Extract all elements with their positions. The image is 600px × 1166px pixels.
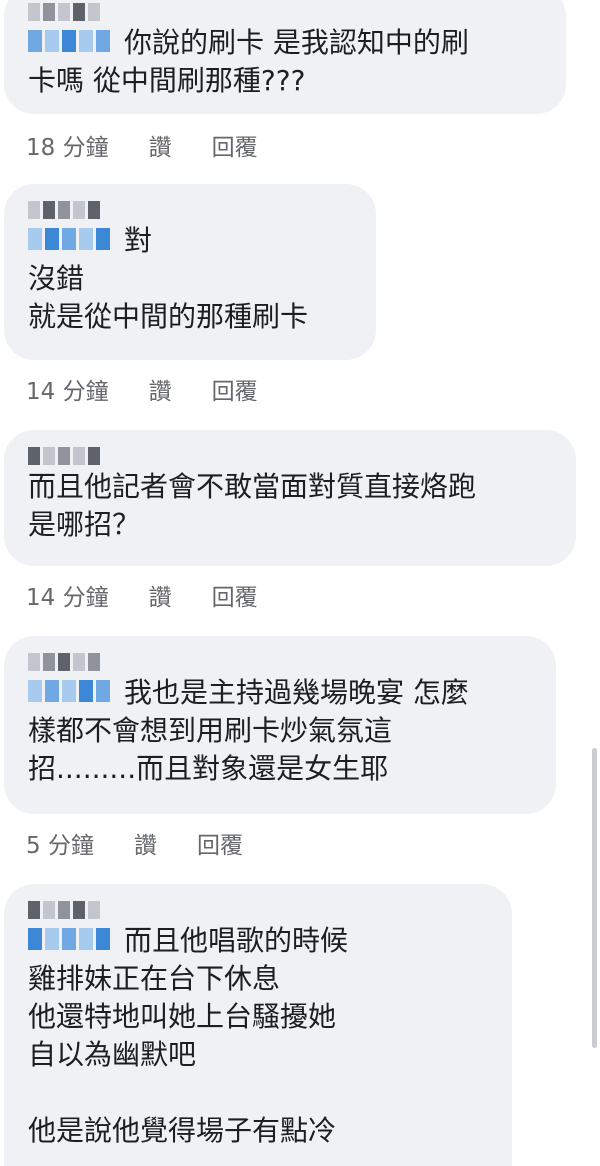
comment-text-line: 你說的刷卡 是我認知中的刷	[28, 24, 544, 62]
comment-text-line: 招.........而且對象還是女生耶	[28, 752, 389, 785]
reply-button[interactable]: 回覆	[197, 826, 243, 860]
commenter-name-redacted[interactable]	[28, 898, 490, 922]
comment-actions: 18 分鐘 讚 回覆	[26, 128, 258, 162]
comment-timestamp: 18 分鐘	[26, 135, 109, 161]
comment-actions: 5 分鐘 讚 回覆	[26, 826, 243, 860]
comment-bubble: 對 沒錯 就是從中間的那種刷卡	[4, 184, 376, 360]
comment-text-line: ​	[28, 1074, 490, 1112]
commenter-name-redacted[interactable]	[28, 444, 554, 468]
comment-text-line: 他還特地叫她上台騷擾她	[28, 1000, 337, 1033]
commenter-name-redacted[interactable]	[28, 650, 534, 674]
comment-text-line: 卡嗎 從中間刷那種???	[28, 64, 306, 97]
comment-bubble: 而且他記者會不敢當面對質直接烙跑 是哪招？	[4, 430, 576, 566]
comment-text-line: 自以為幽默吧	[28, 1038, 197, 1071]
like-button[interactable]: 讚	[149, 372, 172, 406]
comment-text-line: 而且他記者會不敢當面對質直接烙跑	[28, 470, 477, 503]
like-button[interactable]: 讚	[149, 128, 172, 162]
comment-actions: 14 分鐘 讚 回覆	[26, 578, 258, 612]
comment-timestamp: 14 分鐘	[26, 379, 109, 405]
comment-timestamp: 5 分鐘	[26, 833, 94, 859]
reply-button[interactable]: 回覆	[212, 372, 258, 406]
reply-button[interactable]: 回覆	[212, 128, 258, 162]
comment-actions: 14 分鐘 讚 回覆	[26, 372, 258, 406]
comment-bubble: 你說的刷卡 是我認知中的刷 卡嗎 從中間刷那種???	[4, 0, 566, 114]
comment-text-line: 對	[28, 222, 354, 260]
comment-thread: 你說的刷卡 是我認知中的刷 卡嗎 從中間刷那種??? 18 分鐘 讚 回覆 對 …	[0, 0, 600, 1166]
mentioned-user-tag[interactable]	[28, 30, 110, 52]
commenter-name-redacted[interactable]	[28, 0, 544, 24]
reply-button[interactable]: 回覆	[212, 578, 258, 612]
scrollbar[interactable]	[592, 748, 597, 1048]
comment-timestamp: 14 分鐘	[26, 585, 109, 611]
comment-text-line: 樣都不會想到用刷卡炒氣氛這	[28, 714, 393, 747]
comment-text-line: 我也是主持過幾場晚宴 怎麼	[28, 674, 534, 712]
comment-text-line: 雞排妹正在台下休息	[28, 962, 281, 995]
comment-text-line: 他是說他覺得場子有點冷	[28, 1114, 337, 1147]
commenter-name-redacted[interactable]	[28, 198, 354, 222]
comment-text-line: 是哪招？	[28, 508, 141, 541]
mentioned-user-tag[interactable]	[28, 680, 110, 702]
comment-text-line: 就是從中間的那種刷卡	[28, 300, 309, 333]
comment-bubble: 而且他唱歌的時候 雞排妹正在台下休息 他還特地叫她上台騷擾她 自以為幽默吧 ​ …	[4, 884, 512, 1166]
mentioned-user-tag[interactable]	[28, 928, 110, 950]
mentioned-user-tag[interactable]	[28, 228, 110, 250]
comment-text-line: 而且他唱歌的時候	[28, 922, 490, 960]
like-button[interactable]: 讚	[149, 578, 172, 612]
like-button[interactable]: 讚	[134, 826, 157, 860]
comment-bubble: 我也是主持過幾場晚宴 怎麼 樣都不會想到用刷卡炒氣氛這 招.........而且…	[4, 636, 556, 814]
comment-text-line: 沒錯	[28, 262, 85, 295]
